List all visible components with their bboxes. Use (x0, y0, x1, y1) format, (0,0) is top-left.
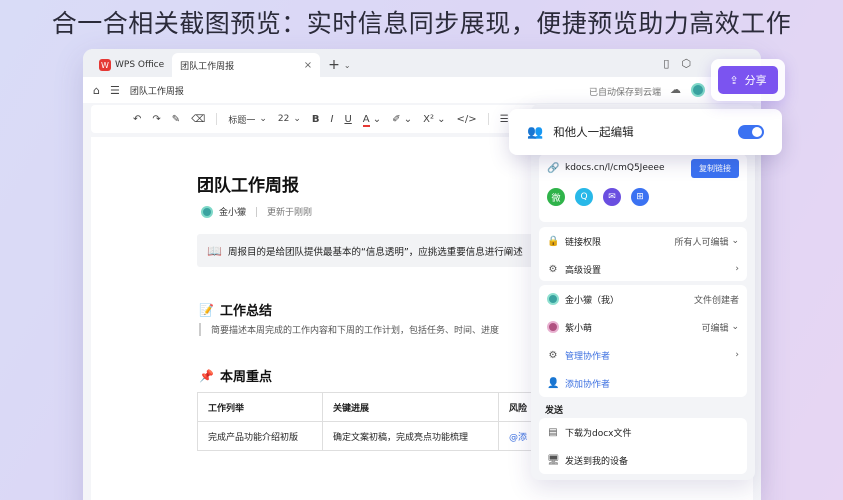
gear-icon: ⚙ (548, 263, 558, 275)
chevron-right-icon: › (735, 264, 739, 274)
share-icon: ⇪ (729, 73, 739, 87)
callout-text: 周报目的是给团队提供最基本的“信息透明”，应挑选重要信息进行阐述 (227, 246, 523, 258)
font-color-button[interactable]: A ⌄ (362, 113, 381, 127)
work-table[interactable]: 工作列举 关键进展 风险 完成产品功能介绍初版 确定文案初稿，完成亮点功能梳理 … (197, 392, 559, 451)
close-icon[interactable]: × (304, 60, 312, 71)
divider (487, 113, 489, 125)
document-icon: ▤ (548, 426, 558, 438)
breadcrumb: 团队工作周报 (129, 86, 184, 97)
qq-icon[interactable]: Q (575, 188, 593, 206)
list-icon[interactable]: ☰ (500, 114, 509, 125)
add-collaborator-row[interactable]: 👤 添加协作者 (539, 369, 747, 397)
collaborate-label: 和他人一起编辑 (553, 125, 634, 139)
lock-icon: 🔒 (547, 235, 560, 247)
superscript-button[interactable]: X² ⌄ (423, 114, 445, 125)
cloud-icon[interactable]: ☁ (670, 83, 681, 96)
share-button-wrapper: ⇪ 分享 (711, 59, 785, 101)
highlight-button[interactable]: ✐ ⌄ (392, 114, 412, 125)
send-card: ▤ 下载为docx文件 🖥 发送到我的设备 (539, 418, 747, 474)
add-user-icon: 👤 (547, 377, 560, 389)
qrcode-icon[interactable]: ⊞ (631, 188, 649, 206)
memo-icon: 📝 (199, 302, 214, 317)
table-row: 完成产品功能介绍初版 确定文案初稿，完成亮点功能梳理 @添 (197, 421, 559, 451)
code-button[interactable]: </> (457, 114, 477, 125)
autosave-status: 已自动保存到云端 (588, 88, 661, 98)
member-row[interactable]: 紫小萌 可编辑 ⌄ (539, 313, 747, 341)
section-heading-summary[interactable]: 📝 工作总结 (199, 300, 272, 320)
chevron-down-icon: ⌄ (731, 322, 739, 332)
collaborate-toggle-card: 👥 和他人一起编辑 (509, 109, 782, 155)
book-icon: 📖 (207, 243, 222, 258)
format-painter-icon[interactable]: ✎ (172, 114, 180, 125)
collaborate-toggle[interactable] (738, 125, 764, 139)
callout-block[interactable]: 📖 周报目的是给团队提供最基本的“信息透明”，应挑选重要信息进行阐述 (197, 234, 537, 267)
tab-label: 团队工作周报 (180, 61, 235, 72)
send-to-device-row[interactable]: 🖥 发送到我的设备 (539, 446, 747, 474)
eraser-icon[interactable]: ⌫ (191, 114, 205, 125)
header-bar: ⌂ ☰ 团队工作周报 已自动保存到云端 ☁ (83, 77, 761, 103)
collaborators-card: 金小獴（我） 文件创建者 紫小萌 可编辑 ⌄ ⚙ 管理协作者 › 👤 添加协作者 (539, 285, 747, 397)
table-header-row: 工作列举 关键进展 风险 (197, 392, 559, 422)
wps-logo-icon: W (99, 59, 111, 71)
italic-button[interactable]: I (331, 114, 334, 125)
avatar (547, 321, 559, 333)
device-icon: 🖥 (547, 454, 560, 466)
table-header[interactable]: 工作列举 (197, 392, 323, 422)
author-name: 金小獴 (219, 208, 247, 218)
share-button[interactable]: ⇪ 分享 (718, 66, 778, 94)
member-row[interactable]: 金小獴（我） 文件创建者 (539, 285, 747, 313)
chevron-down-icon[interactable]: ⌄ (344, 53, 351, 77)
redo-icon[interactable]: ↷ (152, 114, 160, 125)
link-permission-row[interactable]: 🔒 链接权限 所有人可编辑 ⌄ (539, 227, 747, 255)
pin-icon: 📌 (199, 368, 214, 383)
send-section-label: 发送 (545, 406, 564, 416)
divider (216, 113, 218, 125)
author-row: 金小獴 更新于刚刚 (201, 205, 312, 218)
table-cell[interactable]: 确定文案初稿，完成亮点功能梳理 (322, 421, 499, 451)
tab-team-weekly-report[interactable]: ▤ 团队工作周报 × (91, 53, 321, 149)
chevron-right-icon: › (735, 350, 739, 360)
undo-icon[interactable]: ↶ (133, 114, 141, 125)
download-docx-row[interactable]: ▤ 下载为docx文件 (539, 418, 747, 446)
share-link[interactable]: kdocs.cn/l/cmQ5Jeeee (565, 163, 664, 173)
table-header[interactable]: 关键进展 (322, 392, 499, 422)
chevron-down-icon: ⌄ (731, 236, 739, 246)
social-share-row: 微 Q ✉ ⊞ (539, 182, 747, 212)
home-icon[interactable]: ⌂ (93, 84, 100, 97)
avatar (547, 293, 559, 305)
advanced-settings-row[interactable]: ⚙ 高级设置 › (539, 255, 747, 283)
underline-button[interactable]: U (344, 114, 351, 125)
heading-style-select[interactable]: 标题一 ⌄ (228, 113, 267, 126)
link-icon: 🔗 (547, 162, 560, 174)
bold-button[interactable]: B (312, 114, 320, 125)
table-cell[interactable]: 完成产品功能介绍初版 (197, 421, 323, 451)
add-tab-button[interactable]: + (328, 53, 340, 77)
summary-quote[interactable]: 简要描述本周完成的工作内容和下周的工作计划，包括任务、时间、进度 (199, 323, 539, 336)
avatar (201, 205, 213, 218)
people-settings-icon: ⚙ (548, 349, 558, 361)
people-icon: 👥 (527, 124, 544, 140)
copy-link-button[interactable]: 复制链接 (691, 158, 739, 178)
updated-time: 更新于刚刚 (267, 208, 313, 218)
cube-icon[interactable]: ⬡ (681, 57, 691, 70)
font-size-select[interactable]: 22 ⌄ (278, 114, 301, 124)
page-headline: 合一合相关截图预览：实时信息同步展现，便捷预览助力高效工作 (51, 9, 792, 38)
section-heading-focus[interactable]: 📌 本周重点 (199, 366, 272, 386)
sidebar-toggle-icon[interactable]: ▯ (663, 57, 669, 70)
menu-icon[interactable]: ☰ (110, 84, 120, 97)
doc-title[interactable]: 团队工作周报 (197, 171, 299, 196)
tab-label: WPS Office (115, 60, 165, 70)
link-card: 🔗 kdocs.cn/l/cmQ5Jeeee 复制链接 微 Q ✉ ⊞ (539, 154, 747, 222)
tab-bar: W WPS Office ▤ 团队工作周报 × + ⌄ ▯ ⬡ (83, 49, 761, 149)
mail-icon[interactable]: ✉ (603, 188, 621, 206)
manage-collaborators-row[interactable]: ⚙ 管理协作者 › (539, 341, 747, 369)
permission-card: 🔒 链接权限 所有人可编辑 ⌄ ⚙ 高级设置 › (539, 227, 747, 281)
wechat-icon[interactable]: 微 (547, 188, 565, 206)
avatar[interactable] (691, 83, 705, 97)
tab-wps-office[interactable]: W WPS Office (91, 53, 172, 77)
